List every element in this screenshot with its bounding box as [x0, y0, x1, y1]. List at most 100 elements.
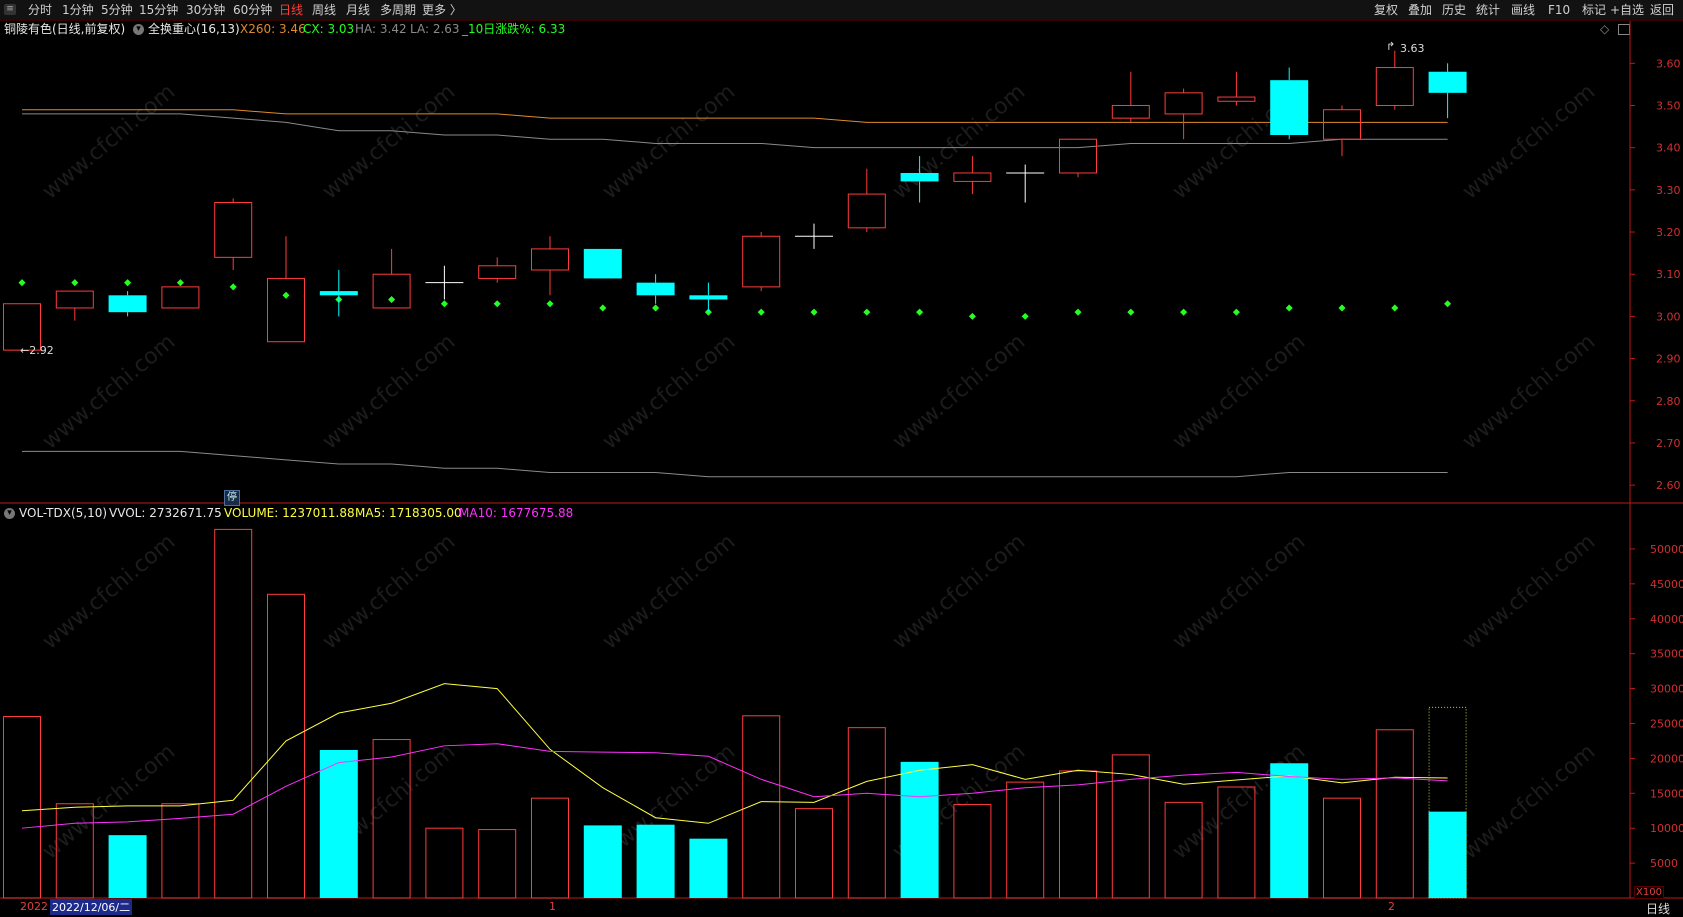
- cx-dot: [968, 312, 976, 320]
- x260-value: X260: 3.46: [240, 22, 306, 36]
- candle-up: [1375, 67, 1414, 106]
- volume-bar-up: [214, 528, 253, 899]
- x-axis-date: 2022/12/06/二: [50, 899, 133, 915]
- watermark-text: www.cfchi.com: [38, 529, 180, 654]
- candle-up: [1059, 138, 1097, 174]
- volume-bar-up: [795, 808, 833, 899]
- volume-bar-up: [1059, 770, 1097, 899]
- period-tab-5[interactable]: 60分钟: [233, 2, 272, 18]
- cx-dot: [229, 283, 237, 291]
- suspend-badge[interactable]: 停: [224, 490, 240, 506]
- diamond-icon[interactable]: ◇: [1600, 20, 1609, 38]
- watermark-text: www.cfchi.com: [318, 529, 460, 654]
- volume-bars: [3, 528, 1467, 899]
- volume-tick-label: 5000: [1650, 857, 1678, 870]
- period-tab-9[interactable]: 多周期: [380, 2, 416, 18]
- tool-button-8[interactable]: 返回: [1650, 2, 1674, 18]
- candle-up: [953, 172, 992, 182]
- tool-button-4[interactable]: 画线: [1511, 2, 1535, 18]
- period-tab-0[interactable]: 分时: [28, 2, 52, 18]
- cx-dot: [652, 304, 660, 312]
- tool-button-3[interactable]: 统计: [1476, 2, 1500, 18]
- watermark-text: www.cfchi.com: [598, 79, 740, 204]
- volume-bar-up: [531, 797, 569, 899]
- watermark-text: www.cfchi.com: [38, 79, 180, 204]
- cx-dot: [1338, 304, 1346, 312]
- volume-bar-up: [953, 803, 992, 899]
- volume-bar-down: [108, 835, 147, 898]
- volume-bar-up: [1217, 786, 1256, 899]
- cx-dot: [599, 304, 607, 312]
- candle-up: [161, 286, 200, 309]
- tool-button-1[interactable]: 叠加: [1408, 2, 1432, 18]
- high-flag-icon: ↱: [1386, 40, 1396, 53]
- period-tab-6[interactable]: 日线: [279, 2, 303, 18]
- price-tick-label: 3.60: [1656, 57, 1681, 70]
- candle-down: [1270, 80, 1309, 136]
- volume-tick-label: 25000: [1650, 717, 1683, 730]
- candle-down: [900, 172, 939, 182]
- volume-bar-up: [742, 715, 781, 899]
- price-tick-label: 3.30: [1656, 184, 1681, 197]
- kline-chart[interactable]: www.cfchi.com www.cfchi.com www.cfchi.com w…: [0, 0, 1683, 916]
- price-tick-label: 3.50: [1656, 99, 1681, 112]
- period-tab-8[interactable]: 月线: [346, 2, 370, 18]
- watermark-text: www.cfchi.com: [38, 329, 180, 454]
- stock-title: 铜陵有色(日线,前复权): [4, 22, 126, 36]
- cx-dot: [282, 291, 290, 299]
- watermark-text: www.cfchi.com: [1458, 739, 1600, 864]
- watermark-layer: www.cfchi.com www.cfchi.com www.cfchi.com w…: [38, 79, 1600, 864]
- watermark-text: www.cfchi.com: [888, 529, 1030, 654]
- tool-button-5[interactable]: F10: [1548, 2, 1570, 18]
- period-tab-4[interactable]: 30分钟: [186, 2, 225, 18]
- period-tab-3[interactable]: 15分钟: [139, 2, 178, 18]
- cx-dot: [440, 300, 448, 308]
- ha-line: [22, 113, 1448, 149]
- indicator-settings-icon[interactable]: ▾: [133, 24, 144, 35]
- tool-button-2[interactable]: 历史: [1442, 2, 1466, 18]
- period-tab-2[interactable]: 5分钟: [101, 2, 133, 18]
- volume-tick-label: 10000: [1650, 822, 1683, 835]
- indicator-lines: [22, 109, 1448, 478]
- volume-bar-up: [1006, 781, 1045, 899]
- price-tick-label: 3.00: [1656, 310, 1681, 323]
- period-tab-7[interactable]: 周线: [312, 2, 336, 18]
- volume-bar-up: [267, 593, 305, 899]
- tool-button-6[interactable]: 标记: [1582, 2, 1606, 18]
- cx-dot: [176, 279, 184, 287]
- price-tick-label: 3.20: [1656, 226, 1681, 239]
- volume-tick-label: 40000: [1650, 613, 1683, 626]
- ma5-value: MA5: 1718305.00: [355, 506, 462, 520]
- volume-settings-icon[interactable]: ▾: [4, 508, 15, 519]
- volume-bar-up: [1164, 801, 1203, 899]
- volume-unit-label: X100: [1634, 886, 1664, 899]
- price-tick-label: 3.10: [1656, 268, 1681, 281]
- volume-bar-down: [1428, 811, 1467, 898]
- x-axis: 2022 2022/12/06/二 1 2 日线: [0, 899, 1683, 916]
- volume-bar-up: [1323, 797, 1361, 899]
- volume-tick-label: 45000: [1650, 578, 1683, 591]
- vvol-value: VVOL: 2732671.75: [109, 506, 222, 520]
- period-tab-1[interactable]: 1分钟: [62, 2, 94, 18]
- price-header: 铜陵有色(日线,前复权) ▾ 全换重心(16,13) X260: 3.46 CX…: [0, 20, 1683, 38]
- tool-button-7[interactable]: +自选: [1610, 2, 1644, 18]
- volume-axis: 5000 10000 15000 20000 25000 30000 35000 40000 4…: [1630, 543, 1683, 870]
- volume-ma-lines: [21, 683, 1448, 829]
- cx-dot: [757, 308, 765, 316]
- cx-dot: [1180, 308, 1188, 316]
- x-axis-tick-2: 2: [1388, 900, 1395, 913]
- period-toolbar: ≡ 分时 1分钟 5分钟 15分钟 30分钟 60分钟 日线 周线 月线 多周期 更多 〉 复权 叠加…: [0, 0, 1683, 21]
- period-tab-10[interactable]: 更多 〉: [422, 2, 462, 18]
- watermark-text: www.cfchi.com: [598, 329, 740, 454]
- menu-icon[interactable]: ≡: [4, 4, 16, 15]
- candle-up: [55, 290, 94, 309]
- cx-dot: [388, 295, 396, 304]
- period-label[interactable]: 日线: [1646, 900, 1670, 917]
- tool-button-0[interactable]: 复权: [1374, 2, 1398, 18]
- cx-dot: [493, 300, 501, 308]
- watermark-text: www.cfchi.com: [1458, 529, 1600, 654]
- window-icon[interactable]: [1618, 24, 1630, 35]
- volume-value: VOLUME: 1237011.88: [224, 506, 355, 520]
- change10-value: _10日涨跌%: 6.33: [462, 22, 566, 36]
- x-axis-tick-1: 1: [549, 900, 556, 913]
